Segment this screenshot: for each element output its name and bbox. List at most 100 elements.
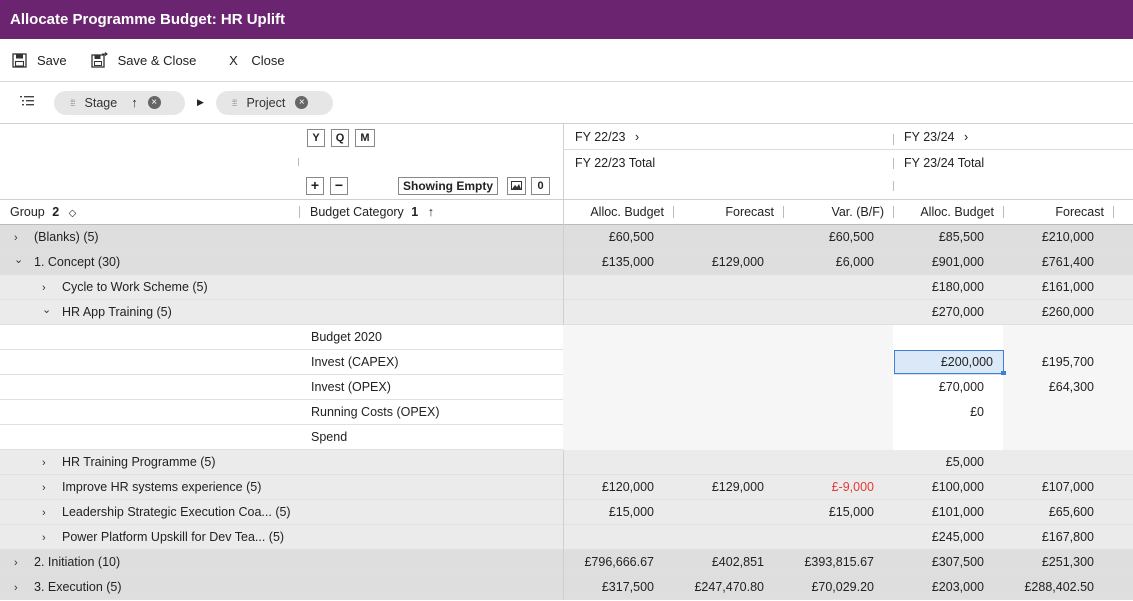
group-cell[interactable]: › Power Platform Upskill for Dev Tea... (… <box>42 525 284 550</box>
table-row[interactable]: Running Costs (OPEX) £0 <box>0 400 1133 425</box>
table-row[interactable]: › Improve HR systems experience (5) £120,0… <box>0 475 1133 500</box>
table-row[interactable]: Spend <box>0 425 1133 450</box>
value-cell[interactable] <box>783 375 884 400</box>
value-cell[interactable] <box>673 375 774 400</box>
chevron-right-icon[interactable]: › <box>42 526 52 551</box>
table-row[interactable]: › Cycle to Work Scheme (5) £180,000 £161,00… <box>0 275 1133 300</box>
value-cell[interactable] <box>783 350 884 375</box>
table-row[interactable]: ⌄ HR App Training (5) £270,000 £260,000 <box>0 300 1133 325</box>
group-cell[interactable]: › 3. Execution (5) <box>14 575 122 600</box>
chevron-right-icon[interactable]: › <box>42 451 52 476</box>
chevron-right-icon[interactable]: › <box>42 501 52 526</box>
close-button[interactable]: X Close <box>224 45 285 75</box>
chevron-down-icon[interactable]: ⌄ <box>42 298 52 323</box>
group-cell[interactable]: › Cycle to Work Scheme (5) <box>42 275 208 300</box>
chevron-right-icon[interactable]: › <box>635 130 639 144</box>
value-cell[interactable] <box>1003 400 1104 425</box>
table-row[interactable]: ⌄ 1. Concept (30) £135,000 £129,000 £6,000 £9… <box>0 250 1133 275</box>
image-icon[interactable] <box>507 177 526 195</box>
group-column-header[interactable]: Group 2 ◇ <box>10 205 76 219</box>
value-cell: £107,000 <box>1041 480 1094 494</box>
budget-category-column-header[interactable]: Budget Category 1 ↑ <box>310 205 434 219</box>
group-cell[interactable]: ⌄ 1. Concept (30) <box>14 250 120 275</box>
value-cell[interactable]: £0 <box>893 400 1003 425</box>
table-row[interactable]: › 2. Initiation (10) £796,666.67 £402,851 £3… <box>0 550 1133 575</box>
value-cell[interactable] <box>563 425 664 450</box>
chevron-right-icon[interactable]: › <box>14 551 24 576</box>
value-cell: £180,000 <box>931 280 984 294</box>
value-cell[interactable] <box>563 375 664 400</box>
showing-empty-toggle[interactable]: Showing Empty <box>398 177 498 195</box>
table-row[interactable]: › Leadership Strategic Execution Coa... (… <box>0 500 1133 525</box>
col-alloc-budget-2223[interactable]: Alloc. Budget <box>563 205 664 219</box>
chevron-right-icon[interactable]: › <box>42 476 52 501</box>
save-close-icon <box>91 51 109 69</box>
table-row[interactable]: › (Blanks) (5) £60,500 £60,500 £85,500 £210,0… <box>0 225 1133 250</box>
period-month-button[interactable]: M <box>355 129 375 147</box>
table-row[interactable]: › 3. Execution (5) £317,500 £247,470.80 £70,… <box>0 575 1133 600</box>
value-cell[interactable] <box>673 325 774 350</box>
value-cell[interactable] <box>783 325 884 350</box>
selected-value-cell[interactable]: £200,000 <box>894 350 1006 376</box>
save-button[interactable]: Save <box>10 45 67 75</box>
sort-ascending-icon[interactable]: ↑ <box>131 95 138 110</box>
save-close-button[interactable]: Save & Close <box>91 45 197 75</box>
value-cell <box>563 300 664 325</box>
value-cell[interactable] <box>673 400 774 425</box>
col-forecast-2324[interactable]: Forecast <box>1003 205 1104 219</box>
value-cell[interactable]: £70,000 <box>893 375 1003 400</box>
value-cell <box>563 525 664 550</box>
value-cell[interactable] <box>893 425 1003 450</box>
group-cell[interactable]: › Leadership Strategic Execution Coa... (… <box>42 500 291 525</box>
value-cell[interactable]: £195,700 <box>1003 350 1104 375</box>
value-cell: £6,000 <box>835 255 874 269</box>
period-year-button[interactable]: Y <box>307 129 325 147</box>
value-cell <box>673 300 774 325</box>
value-cell: £393,815.67 <box>804 555 874 569</box>
drag-handle-icon[interactable]: ⁞⁞⁞ <box>232 98 237 108</box>
sort-toggle-icon[interactable]: ◇ <box>69 208 77 219</box>
value-cell[interactable] <box>783 400 884 425</box>
expand-all-button[interactable]: + <box>306 177 324 195</box>
table-row[interactable]: Budget 2020 <box>0 325 1133 350</box>
sort-ascending-icon[interactable]: ↑ <box>428 205 434 219</box>
col-alloc-budget-2324[interactable]: Alloc. Budget <box>893 205 994 219</box>
col-variance-2223[interactable]: Var. (B/F) <box>783 205 884 219</box>
value-cell[interactable]: £64,300 <box>1003 375 1104 400</box>
group-chip-stage[interactable]: ⁞⁞⁞ Stage ↑ × <box>54 90 185 115</box>
group-cell[interactable]: › (Blanks) (5) <box>14 225 99 250</box>
group-cell[interactable]: › Improve HR systems experience (5) <box>42 475 261 500</box>
value-cell[interactable] <box>783 425 884 450</box>
table-row[interactable]: › HR Training Programme (5) £5,000 <box>0 450 1133 475</box>
group-label: (Blanks) (5) <box>34 230 99 244</box>
group-cell[interactable]: › HR Training Programme (5) <box>42 450 216 475</box>
collapse-all-button[interactable]: − <box>330 177 348 195</box>
value-cell[interactable] <box>893 325 1003 350</box>
value-cell[interactable] <box>673 425 774 450</box>
table-row[interactable]: Invest (OPEX) £70,000 £64,300 <box>0 375 1133 400</box>
value-cell <box>783 525 884 550</box>
group-cell[interactable]: ⌄ HR App Training (5) <box>42 300 172 325</box>
col-forecast-2223[interactable]: Forecast <box>673 205 774 219</box>
value-cell[interactable] <box>673 350 774 375</box>
group-cell[interactable]: › 2. Initiation (10) <box>14 550 120 575</box>
table-row[interactable]: Invest (CAPEX) £200,000 £195,700 <box>0 350 1133 376</box>
chevron-right-icon[interactable]: › <box>964 130 968 144</box>
table-row[interactable]: › Power Platform Upskill for Dev Tea... (… <box>0 525 1133 550</box>
value-cell[interactable] <box>563 400 664 425</box>
value-cell[interactable] <box>563 325 664 350</box>
remove-group-icon[interactable]: × <box>147 96 161 109</box>
save-close-label: Save & Close <box>117 52 197 68</box>
group-chip-project[interactable]: ⁞⁞⁞ Project × <box>215 90 333 115</box>
value-cell[interactable] <box>1003 325 1104 350</box>
period-quarter-button[interactable]: Q <box>331 129 349 147</box>
chevron-down-icon[interactable]: ⌄ <box>14 248 24 273</box>
remove-group-icon[interactable]: × <box>295 96 309 109</box>
fy-2223-header[interactable]: FY 22/23 › <box>575 130 639 144</box>
drag-handle-icon[interactable]: ⁞⁞⁞ <box>70 98 75 108</box>
value-cell[interactable] <box>1003 425 1104 450</box>
value-cell[interactable] <box>563 350 664 375</box>
chevron-right-icon[interactable]: › <box>14 576 24 601</box>
fy-2324-header[interactable]: FY 23/24 › <box>904 130 968 144</box>
group-panel-toggle-icon[interactable] <box>20 95 34 110</box>
